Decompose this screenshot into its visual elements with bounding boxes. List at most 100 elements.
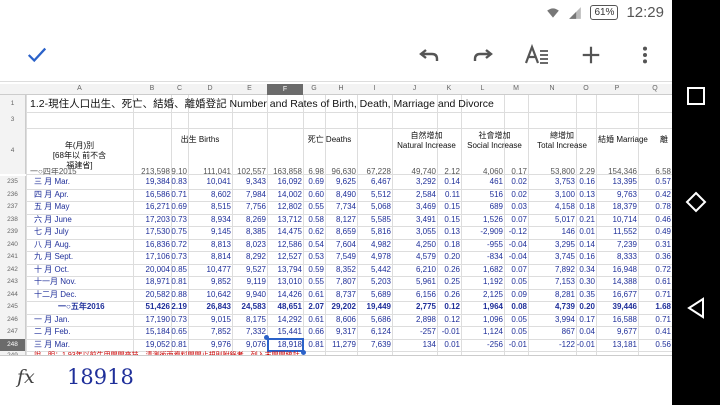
- row-header-236[interactable]: 236: [0, 188, 26, 201]
- data-cell[interactable]: 13,395: [596, 176, 638, 188]
- data-cell[interactable]: 7,807: [325, 276, 357, 288]
- data-cell[interactable]: 7,153: [528, 276, 576, 288]
- data-cell[interactable]: 5,442: [357, 264, 392, 276]
- data-cell[interactable]: 3,491: [392, 214, 437, 226]
- column-header-H[interactable]: H: [325, 85, 357, 92]
- data-cell[interactable]: 0.05: [504, 326, 528, 338]
- data-cell[interactable]: 3,745: [528, 251, 576, 263]
- data-cell[interactable]: 0.62: [303, 226, 325, 238]
- data-cell[interactable]: 15,184: [133, 326, 171, 338]
- data-cell[interactable]: 7,892: [528, 264, 576, 276]
- column-header-B[interactable]: B: [133, 85, 171, 92]
- column-header-L[interactable]: L: [461, 85, 504, 92]
- data-cell[interactable]: 5,512: [357, 189, 392, 201]
- data-cell[interactable]: 17,203: [133, 214, 171, 226]
- data-cell[interactable]: 1,192: [461, 276, 504, 288]
- data-cell[interactable]: 29,202: [325, 301, 357, 313]
- data-cell[interactable]: 0.13: [437, 226, 461, 238]
- data-cell[interactable]: 0.21: [576, 214, 596, 226]
- data-cell[interactable]: 16,948: [596, 264, 638, 276]
- data-cell[interactable]: 1,682: [461, 264, 504, 276]
- data-cell[interactable]: -0.12: [504, 226, 528, 238]
- data-cell[interactable]: 8,269: [232, 214, 267, 226]
- data-cell[interactable]: 867: [528, 326, 576, 338]
- data-cell[interactable]: 14,475: [267, 226, 303, 238]
- row-label[interactable]: 四 月 Apr.: [34, 189, 133, 201]
- data-cell[interactable]: 0.49: [638, 226, 672, 238]
- data-cell[interactable]: 0.69: [171, 201, 188, 213]
- column-header-D[interactable]: D: [188, 85, 232, 92]
- data-cell[interactable]: 19,384: [133, 176, 171, 188]
- data-cell[interactable]: 14,426: [267, 289, 303, 301]
- row-label[interactable]: 六 月 June: [34, 214, 133, 226]
- column-header-O[interactable]: O: [576, 85, 596, 92]
- data-cell[interactable]: 0.61: [303, 289, 325, 301]
- data-cell[interactable]: 0.04: [576, 326, 596, 338]
- data-cell[interactable]: 2,898: [392, 314, 437, 326]
- data-cell[interactable]: 18,971: [133, 276, 171, 288]
- row-header-238[interactable]: 238: [0, 213, 26, 226]
- data-cell[interactable]: 0.85: [171, 264, 188, 276]
- column-header-N[interactable]: N: [528, 85, 576, 92]
- data-cell[interactable]: 4,739: [528, 301, 576, 313]
- data-cell[interactable]: 3,295: [528, 239, 576, 251]
- data-cell[interactable]: 9,015: [188, 314, 232, 326]
- data-cell[interactable]: 0.71: [638, 289, 672, 301]
- data-cell[interactable]: 0.57: [638, 176, 672, 188]
- column-header-K[interactable]: K: [437, 85, 461, 92]
- data-cell[interactable]: 9,119: [232, 276, 267, 288]
- data-cell[interactable]: 12,586: [267, 239, 303, 251]
- data-cell[interactable]: 8,333: [596, 251, 638, 263]
- data-cell[interactable]: 689: [461, 201, 504, 213]
- data-cell[interactable]: 0.69: [303, 176, 325, 188]
- data-cell[interactable]: 0.31: [638, 239, 672, 251]
- data-cell[interactable]: 10,041: [188, 176, 232, 188]
- data-cell[interactable]: 9,625: [325, 176, 357, 188]
- data-cell[interactable]: 5,068: [357, 201, 392, 213]
- data-cell[interactable]: 17,106: [133, 251, 171, 263]
- row-header-239[interactable]: 239: [0, 226, 26, 239]
- data-cell[interactable]: 9,677: [596, 326, 638, 338]
- data-cell[interactable]: -955: [461, 239, 504, 251]
- data-cell[interactable]: 0.08: [504, 301, 528, 313]
- data-cell[interactable]: 11,279: [325, 339, 357, 351]
- data-cell[interactable]: -0.01: [437, 326, 461, 338]
- data-cell[interactable]: 0.25: [437, 276, 461, 288]
- text-format-button[interactable]: [522, 40, 552, 70]
- row-header-241[interactable]: 241: [0, 251, 26, 264]
- data-cell[interactable]: 0.02: [504, 189, 528, 201]
- data-cell[interactable]: 13,010: [267, 276, 303, 288]
- data-cell[interactable]: 0.07: [504, 214, 528, 226]
- row-header-246[interactable]: 246: [0, 313, 26, 326]
- data-cell[interactable]: 0.16: [576, 176, 596, 188]
- data-cell[interactable]: 19,449: [357, 301, 392, 313]
- data-cell[interactable]: 0.42: [638, 189, 672, 201]
- row-label[interactable]: 二 月 Feb.: [34, 326, 133, 338]
- data-cell[interactable]: 0.18: [576, 201, 596, 213]
- data-cell[interactable]: 0.15: [437, 201, 461, 213]
- data-cell[interactable]: 0.56: [638, 339, 672, 351]
- data-cell[interactable]: 0.55: [303, 201, 325, 213]
- row-header-4[interactable]: 4: [0, 128, 26, 174]
- data-cell[interactable]: 0.05: [504, 276, 528, 288]
- data-cell[interactable]: 6,210: [392, 264, 437, 276]
- back-button[interactable]: [684, 296, 708, 320]
- data-cell[interactable]: 134: [392, 339, 437, 351]
- data-cell[interactable]: 10,477: [188, 264, 232, 276]
- data-cell[interactable]: 14,388: [596, 276, 638, 288]
- data-cell[interactable]: 17,190: [133, 314, 171, 326]
- row-label[interactable]: 十二月 Dec.: [34, 289, 133, 301]
- data-cell[interactable]: 2.19: [171, 301, 188, 313]
- row-header-243[interactable]: 243: [0, 276, 26, 289]
- data-cell[interactable]: 0.15: [437, 214, 461, 226]
- data-cell[interactable]: 0.61: [303, 314, 325, 326]
- data-cell[interactable]: 6,124: [357, 326, 392, 338]
- column-header-P[interactable]: P: [596, 85, 638, 92]
- data-cell[interactable]: 0.88: [171, 289, 188, 301]
- data-cell[interactable]: 4,158: [528, 201, 576, 213]
- data-cell[interactable]: 16,836: [133, 239, 171, 251]
- data-cell[interactable]: 146: [528, 226, 576, 238]
- data-cell[interactable]: 8,659: [325, 226, 357, 238]
- data-cell[interactable]: 0.58: [303, 214, 325, 226]
- column-header-Q[interactable]: Q: [638, 85, 672, 92]
